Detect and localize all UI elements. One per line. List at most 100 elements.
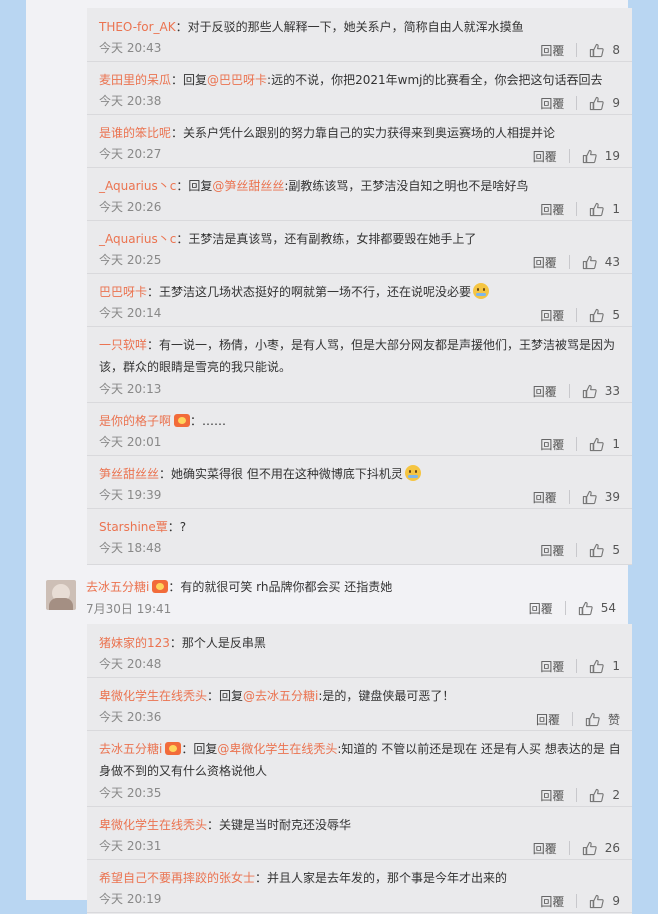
reply-button[interactable]: 回覆 (540, 307, 564, 324)
reply-text-line: Starshine覃：? (99, 516, 622, 538)
reply-text: ：并且人家是去年发的，那个事是今年才出来的 (255, 871, 508, 885)
reply-username[interactable]: 是谁的笨比呢 (99, 126, 171, 140)
reply-username[interactable]: 巴巴呀卡 (99, 285, 147, 299)
like-count: 9 (612, 894, 620, 908)
reply-button[interactable]: 回覆 (540, 787, 564, 804)
reply-button[interactable]: 回覆 (536, 711, 560, 728)
reply-text-line: 猪妹家的123：那个人是反串黑 (99, 632, 622, 654)
mention-link[interactable]: @去冰五分糖i (243, 689, 318, 703)
like-count: 9 (612, 96, 620, 110)
reply-button[interactable]: 回覆 (540, 658, 564, 675)
action-divider (576, 788, 578, 802)
reply-button[interactable]: 回覆 (540, 95, 564, 112)
action-divider (564, 601, 566, 615)
thumbs-up-icon (590, 202, 605, 216)
reply-username[interactable]: 去冰五分糖i (99, 742, 162, 756)
like-button[interactable]: 赞 (585, 711, 620, 728)
reply-button[interactable]: 回覆 (533, 148, 557, 165)
reply-username[interactable]: 笋丝甜丝丝 (99, 467, 159, 481)
like-button[interactable]: 43 (582, 255, 620, 270)
reply-username[interactable]: _Aquarius丶c (99, 232, 176, 246)
like-button[interactable]: 19 (582, 149, 620, 164)
like-button[interactable]: 26 (582, 841, 620, 856)
fan-badge-icon (174, 414, 191, 427)
thumbs-up-icon (590, 96, 605, 110)
reply-text-line: 巴巴呀卡：王梦洁这几场状态挺好的啊就第一场不行，还在说呢没必要 (99, 281, 622, 303)
avatar[interactable] (46, 580, 76, 610)
reply-button[interactable]: 回覆 (533, 840, 557, 857)
like-button[interactable]: 1 (589, 437, 620, 452)
reply-actions: 回覆 33 (533, 383, 620, 399)
reply-item: THEO-for_AK：对于反驳的那些人解释一下，她关系户，简称自由人就浑水摸鱼… (87, 8, 632, 62)
crying-emoji-icon (473, 283, 490, 299)
reply-item: 是谁的笨比呢：关系户凭什么跟别的努力靠自己的实力获得来到奥运赛场的人相提并论 今天… (87, 114, 632, 168)
like-count: 54 (600, 601, 616, 615)
reply-button[interactable]: 回覆 (529, 600, 553, 617)
action-divider (568, 490, 570, 504)
reply-time: 今天 20:14 (99, 306, 162, 320)
mention-link[interactable]: @卑微化学生在线秃头 (217, 742, 337, 756)
reply-text-line: 卑微化学生在线秃头：回复@去冰五分糖i:是的，键盘侠最可恶了！ (99, 685, 622, 707)
reply-username[interactable]: 猪妹家的123 (99, 636, 170, 650)
like-button[interactable]: 1 (589, 202, 620, 217)
reply-button[interactable]: 回覆 (540, 542, 564, 559)
reply-item: 去冰五分糖i ：回复@卑微化学生在线秃头:知道的 不管以前还是现在 还是有人买 想… (87, 730, 632, 807)
like-button[interactable]: 39 (582, 490, 620, 505)
reply-text-line: 希望自己不要再摔跤的张女士：并且人家是去年发的，那个事是今年才出来的 (99, 867, 622, 889)
reply-button[interactable]: 回覆 (533, 383, 557, 400)
reply-text: :是的，键盘侠最可恶了！ (318, 689, 455, 703)
reply-button[interactable]: 回覆 (533, 489, 557, 506)
reply-username[interactable]: 卑微化学生在线秃头 (99, 689, 207, 703)
action-divider (576, 437, 578, 451)
thumbs-up-icon (582, 841, 597, 855)
action-divider (571, 712, 573, 726)
reply-text: :副教练该骂，王梦洁没自知之明也不是啥好鸟 (284, 179, 529, 193)
reply-time: 今天 19:39 (99, 488, 162, 502)
mention-link[interactable]: @笋丝甜丝丝 (212, 179, 284, 193)
like-button[interactable]: 5 (589, 543, 620, 558)
reply-text: ：关系户凭什么跟别的努力靠自己的实力获得来到奥运赛场的人相提并论 (171, 126, 556, 140)
like-count: 26 (604, 841, 620, 855)
reply-actions: 回覆 39 (533, 489, 620, 505)
like-button[interactable]: 5 (589, 308, 620, 323)
reply-text-line: THEO-for_AK：对于反驳的那些人解释一下，她关系户，简称自由人就浑水摸鱼 (99, 16, 622, 38)
reply-username[interactable]: 希望自己不要再摔跤的张女士 (99, 871, 255, 885)
reply-username[interactable]: _Aquarius丶c (99, 179, 176, 193)
reply-username[interactable]: Starshine覃 (99, 520, 168, 534)
reply-prefix: ：回复 (176, 179, 213, 193)
like-button[interactable]: 9 (589, 96, 620, 111)
like-button[interactable]: 2 (589, 788, 620, 803)
comments-page: THEO-for_AK：对于反驳的那些人解释一下，她关系户，简称自由人就浑水摸鱼… (26, 0, 632, 914)
reply-prefix: ：回复 (181, 742, 218, 756)
reply-item: 希望自己不要再摔跤的张女士：并且人家是去年发的，那个事是今年才出来的 今天 20:… (87, 859, 632, 913)
reply-actions: 回覆 1 (540, 436, 620, 452)
like-count: 1 (612, 437, 620, 451)
reply-username[interactable]: 麦田里的呆瓜 (99, 73, 171, 87)
reply-item: 猪妹家的123：那个人是反串黑 今天 20:48 回覆 1 (87, 624, 632, 678)
reply-text-line: 麦田里的呆瓜：回复@巴巴呀卡:远的不说，你把2021年wmj的比赛看全，你会把这… (99, 69, 622, 91)
reply-text-line: 去冰五分糖i ：回复@卑微化学生在线秃头:知道的 不管以前还是现在 还是有人买 想… (99, 738, 622, 782)
action-divider (576, 202, 578, 216)
comment-username[interactable]: 去冰五分糖i (86, 580, 149, 594)
reply-item: _Aquarius丶c：王梦洁是真该骂，还有副教练，女排都要毁在她手上了 今天 2… (87, 220, 632, 274)
mention-link[interactable]: @巴巴呀卡 (207, 73, 267, 87)
reply-username[interactable]: 是你的格子啊 (99, 414, 171, 428)
like-button[interactable]: 1 (589, 659, 620, 674)
reply-username[interactable]: THEO-for_AK (99, 20, 176, 34)
reply-button[interactable]: 回覆 (540, 42, 564, 59)
reply-button[interactable]: 回覆 (540, 201, 564, 218)
reply-prefix: ：回复 (171, 73, 208, 87)
like-button[interactable]: 33 (582, 384, 620, 399)
comment-time: 7月30日 19:41 (86, 602, 172, 616)
reply-button[interactable]: 回覆 (540, 436, 564, 453)
reply-button[interactable]: 回覆 (533, 254, 557, 271)
reply-button[interactable]: 回覆 (540, 893, 564, 910)
like-button[interactable]: 54 (578, 601, 616, 616)
like-button[interactable]: 9 (589, 894, 620, 909)
reply-item: _Aquarius丶c：回复@笋丝甜丝丝:副教练该骂，王梦洁没自知之明也不是啥好… (87, 167, 632, 221)
top-level-comment: 去冰五分糖i ：有的就很可笑 rh品牌你都会买 还指责她 7月30日 19:41 … (46, 572, 618, 622)
reply-time: 今天 20:01 (99, 435, 162, 449)
like-button[interactable]: 8 (589, 43, 620, 58)
reply-username[interactable]: 一只软咩 (99, 338, 147, 352)
reply-username[interactable]: 卑微化学生在线秃头 (99, 818, 207, 832)
